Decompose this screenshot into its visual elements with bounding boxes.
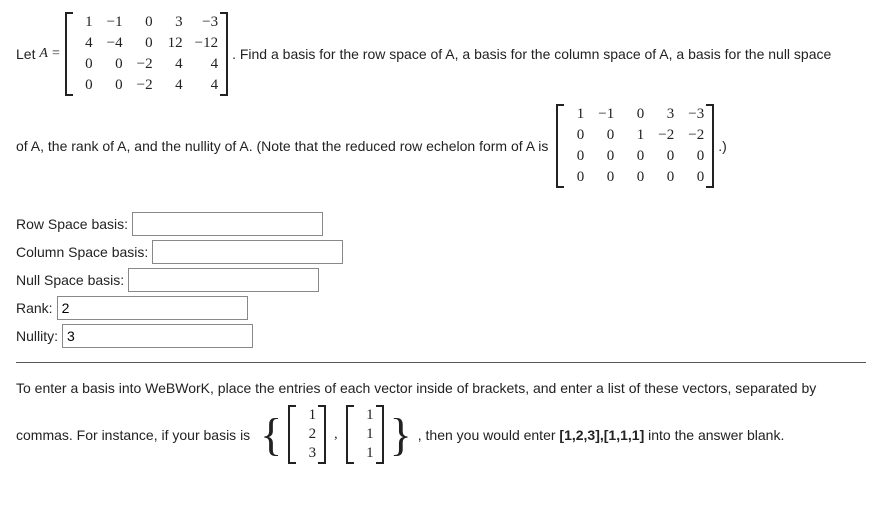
column-space-label: Column Space basis: <box>16 244 148 260</box>
help-bold-example: [1,2,3],[1,1,1] <box>559 427 644 443</box>
column-space-input[interactable] <box>152 240 343 264</box>
row-space-input[interactable] <box>132 212 323 236</box>
matrix-A: 1−103−34−4012−1200−24400−244 <box>65 12 228 96</box>
basis-set: { 123 , 111 } <box>258 405 414 464</box>
null-space-input[interactable] <box>128 268 319 292</box>
help-text-1: To enter a basis into WeBWorK, place the… <box>16 377 816 399</box>
row-space-label: Row Space basis: <box>16 216 128 232</box>
nullity-row: Nullity: <box>16 324 866 348</box>
sentence-1: . Find a basis for the row space of A, a… <box>232 46 831 62</box>
A-equals: A = <box>39 46 60 62</box>
null-space-label: Null Space basis: <box>16 272 124 288</box>
nullity-input[interactable] <box>62 324 253 348</box>
nullity-label: Nullity: <box>16 328 58 344</box>
left-brace-icon: { <box>258 412 284 458</box>
row-space-row: Row Space basis: <box>16 212 866 236</box>
rank-input[interactable] <box>57 296 248 320</box>
help-text-2a: commas. For instance, if your basis is <box>16 427 254 443</box>
example-vec-2: 111 <box>346 405 384 464</box>
sentence-2a: of A, the rank of A, and the nullity of … <box>16 138 552 154</box>
right-brace-icon: } <box>388 412 414 458</box>
rank-row: Rank: <box>16 296 866 320</box>
vec-comma: , <box>330 427 342 443</box>
let-text: Let <box>16 46 39 62</box>
example-vec-1: 123 <box>288 405 326 464</box>
rank-label: Rank: <box>16 300 53 316</box>
matrix-rref: 1−103−3001−2−20000000000 <box>556 104 714 188</box>
help-text-2b: , then you would enter <box>418 427 560 443</box>
help-line-1: To enter a basis into WeBWorK, place the… <box>16 377 866 399</box>
null-space-row: Null Space basis: <box>16 268 866 292</box>
problem-line-2: of A, the rank of A, and the nullity of … <box>16 104 866 188</box>
sentence-2b: .) <box>718 138 727 154</box>
help-line-2: commas. For instance, if your basis is {… <box>16 405 866 464</box>
column-space-row: Column Space basis: <box>16 240 866 264</box>
help-text-2c: into the answer blank. <box>644 427 784 443</box>
divider <box>16 362 866 363</box>
problem-line-1: Let A = 1−103−34−4012−1200−24400−244 . F… <box>16 12 866 96</box>
